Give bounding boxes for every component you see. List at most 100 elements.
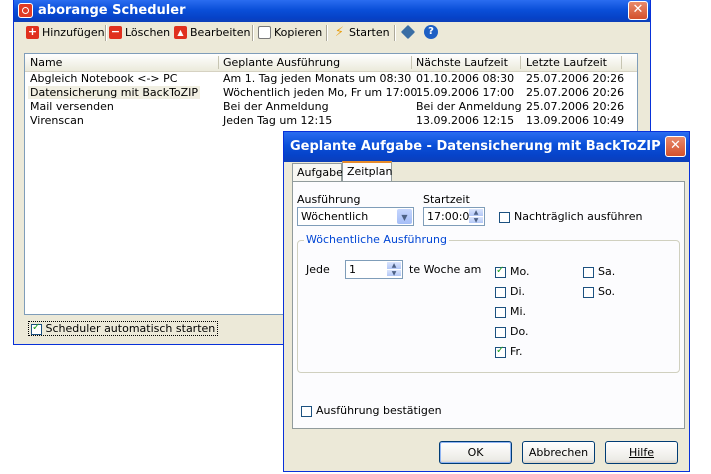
table-row[interactable]: Datensicherung mit BackToZIP Wöchentlich…: [25, 86, 637, 100]
edit-label: Bearbeiten: [190, 26, 251, 39]
day-checkbox-mo[interactable]: Mo.: [495, 265, 530, 278]
catchup-label: Nachträglich ausführen: [514, 210, 643, 223]
day-label: Do.: [510, 325, 529, 338]
task-name: Datensicherung mit BackToZIP: [28, 86, 201, 99]
starttime-label: Startzeit: [423, 193, 470, 206]
list-header: Name Geplante Ausführung Nächste Laufzei…: [25, 54, 637, 72]
window-title: aborange Scheduler: [38, 3, 186, 18]
day-checkbox-do[interactable]: Do.: [495, 325, 529, 338]
table-row[interactable]: Virenscan Jeden Tag um 12:15 13.09.2006 …: [25, 114, 637, 128]
table-row[interactable]: Mail versenden Bei der Anmeldung Bei der…: [25, 100, 637, 114]
confirm-execution-label: Ausführung bestätigen: [316, 404, 442, 417]
day-checkbox-mi[interactable]: Mi.: [495, 305, 526, 318]
help-icon: ?: [424, 25, 438, 39]
column-divider: [411, 56, 412, 69]
day-checkbox-fr[interactable]: Fr.: [495, 345, 523, 358]
add-button[interactable]: + Hinzufügen: [26, 24, 105, 42]
day-checkbox-di[interactable]: Di.: [495, 285, 525, 298]
task-last-run: 25.07.2006 20:26: [526, 72, 625, 85]
task-schedule: Bei der Anmeldung: [223, 100, 329, 113]
column-header-schedule[interactable]: Geplante Ausführung: [223, 56, 340, 69]
plus-icon: +: [26, 24, 39, 39]
edit-icon: ▲: [174, 25, 187, 39]
dialog-titlebar[interactable]: Geplante Aufgabe - Datensicherung mit Ba…: [284, 132, 689, 162]
weeks-interval-value: 1: [349, 263, 356, 276]
app-icon: [18, 3, 33, 18]
column-divider: [621, 56, 622, 69]
autostart-checkbox[interactable]: Scheduler automatisch starten: [28, 321, 219, 336]
info-button[interactable]: [400, 24, 416, 42]
cancel-button[interactable]: Abbrechen: [522, 441, 595, 464]
task-schedule: Wöchentlich jeden Mo, Fr um 17:00: [223, 86, 418, 99]
schedule-panel: Ausführung Wöchentlich ▼ Startzeit 17:00…: [292, 181, 685, 429]
scheduler-titlebar[interactable]: aborange Scheduler ✕: [14, 0, 650, 22]
day-label: Mo.: [510, 265, 530, 278]
ok-button[interactable]: OK: [439, 441, 512, 464]
checkbox-icon: [583, 266, 594, 278]
checkbox-icon: [495, 286, 506, 298]
spin-down-icon[interactable]: ▼: [387, 269, 401, 277]
dialog-close-button[interactable]: ✕: [665, 136, 686, 157]
execution-value: Wöchentlich: [301, 210, 369, 223]
spin-down-icon[interactable]: ▼: [469, 216, 483, 224]
starttime-spinner[interactable]: ▲ ▼: [469, 209, 483, 224]
day-label: Di.: [510, 285, 526, 298]
lightning-icon: ⚡: [334, 24, 345, 40]
tab-task[interactable]: Aufgabe: [292, 163, 343, 181]
day-label: So.: [598, 285, 616, 298]
task-schedule: Jeden Tag um 12:15: [223, 114, 333, 127]
checkbox-icon: [301, 405, 312, 417]
checkbox-icon: [495, 326, 506, 338]
toolbar-separator: [326, 25, 328, 41]
every-label: Jede: [306, 263, 330, 276]
execution-label: Ausführung: [297, 193, 361, 206]
confirm-execution-checkbox[interactable]: Ausführung bestätigen: [301, 404, 442, 417]
spin-up-icon[interactable]: ▲: [469, 209, 483, 217]
day-checkbox-so[interactable]: So.: [583, 285, 615, 298]
task-next-run: 13.09.2006 12:15: [416, 114, 515, 127]
weeks-spinner[interactable]: ▲ ▼: [387, 262, 401, 277]
spin-up-icon[interactable]: ▲: [387, 262, 401, 270]
start-button[interactable]: ⚡ Starten: [333, 24, 390, 42]
add-label: Hinzufügen: [42, 26, 105, 39]
task-last-run: 25.07.2006 20:26: [526, 100, 625, 113]
dialog-title: Geplante Aufgabe - Datensicherung mit Ba…: [290, 139, 661, 154]
copy-button[interactable]: Kopieren: [258, 24, 322, 42]
column-divider: [520, 56, 521, 69]
task-schedule: Am 1. Tag jeden Monats um 08:30: [223, 72, 412, 85]
catchup-checkbox[interactable]: Nachträglich ausführen: [499, 210, 642, 223]
checkbox-checked-icon: [495, 265, 506, 278]
column-header-name[interactable]: Name: [30, 56, 62, 69]
help-button[interactable]: ?: [424, 24, 441, 42]
start-label: Starten: [349, 26, 390, 39]
task-next-run: 15.09.2006 17:00: [416, 86, 515, 99]
close-button[interactable]: ✕: [628, 1, 648, 20]
execution-select[interactable]: Wöchentlich ▼: [297, 207, 414, 226]
task-next-run: Bei der Anmeldung: [416, 100, 522, 113]
day-label: Sa.: [598, 265, 616, 278]
weekly-group-title: Wöchentliche Ausführung: [304, 233, 449, 246]
table-row[interactable]: Abgleich Notebook <-> PC Am 1. Tag jeden…: [25, 72, 637, 86]
day-checkbox-sa[interactable]: Sa.: [583, 265, 615, 278]
task-name: Mail versenden: [30, 100, 114, 113]
toolbar-separator: [394, 25, 396, 41]
copy-label: Kopieren: [274, 26, 323, 39]
checkbox-icon: [495, 306, 506, 318]
edit-button[interactable]: ▲ Bearbeiten: [174, 24, 250, 42]
column-divider: [218, 56, 219, 69]
delete-button[interactable]: − Löschen: [109, 24, 170, 42]
checkbox-checked-icon: [31, 322, 42, 335]
help-button-label: Hilfe: [628, 446, 655, 459]
tab-schedule[interactable]: Zeitplan: [342, 161, 392, 182]
starttime-input[interactable]: 17:00:00 ▲ ▼: [423, 207, 485, 226]
chevron-down-icon[interactable]: ▼: [397, 209, 412, 224]
column-header-next-run[interactable]: Nächste Laufzeit: [416, 56, 508, 69]
toolbar-separator: [252, 25, 254, 41]
column-header-last-run[interactable]: Letzte Laufzeit: [526, 56, 607, 69]
help-dialog-button[interactable]: Hilfe: [605, 441, 678, 464]
checkbox-checked-icon: [495, 345, 506, 358]
weeks-interval-stepper[interactable]: 1 ▲ ▼: [345, 260, 403, 279]
checkbox-icon: [583, 286, 594, 298]
task-last-run: 13.09.2006 10:49: [526, 114, 625, 127]
weeks-suffix-label: te Woche am: [409, 263, 482, 276]
